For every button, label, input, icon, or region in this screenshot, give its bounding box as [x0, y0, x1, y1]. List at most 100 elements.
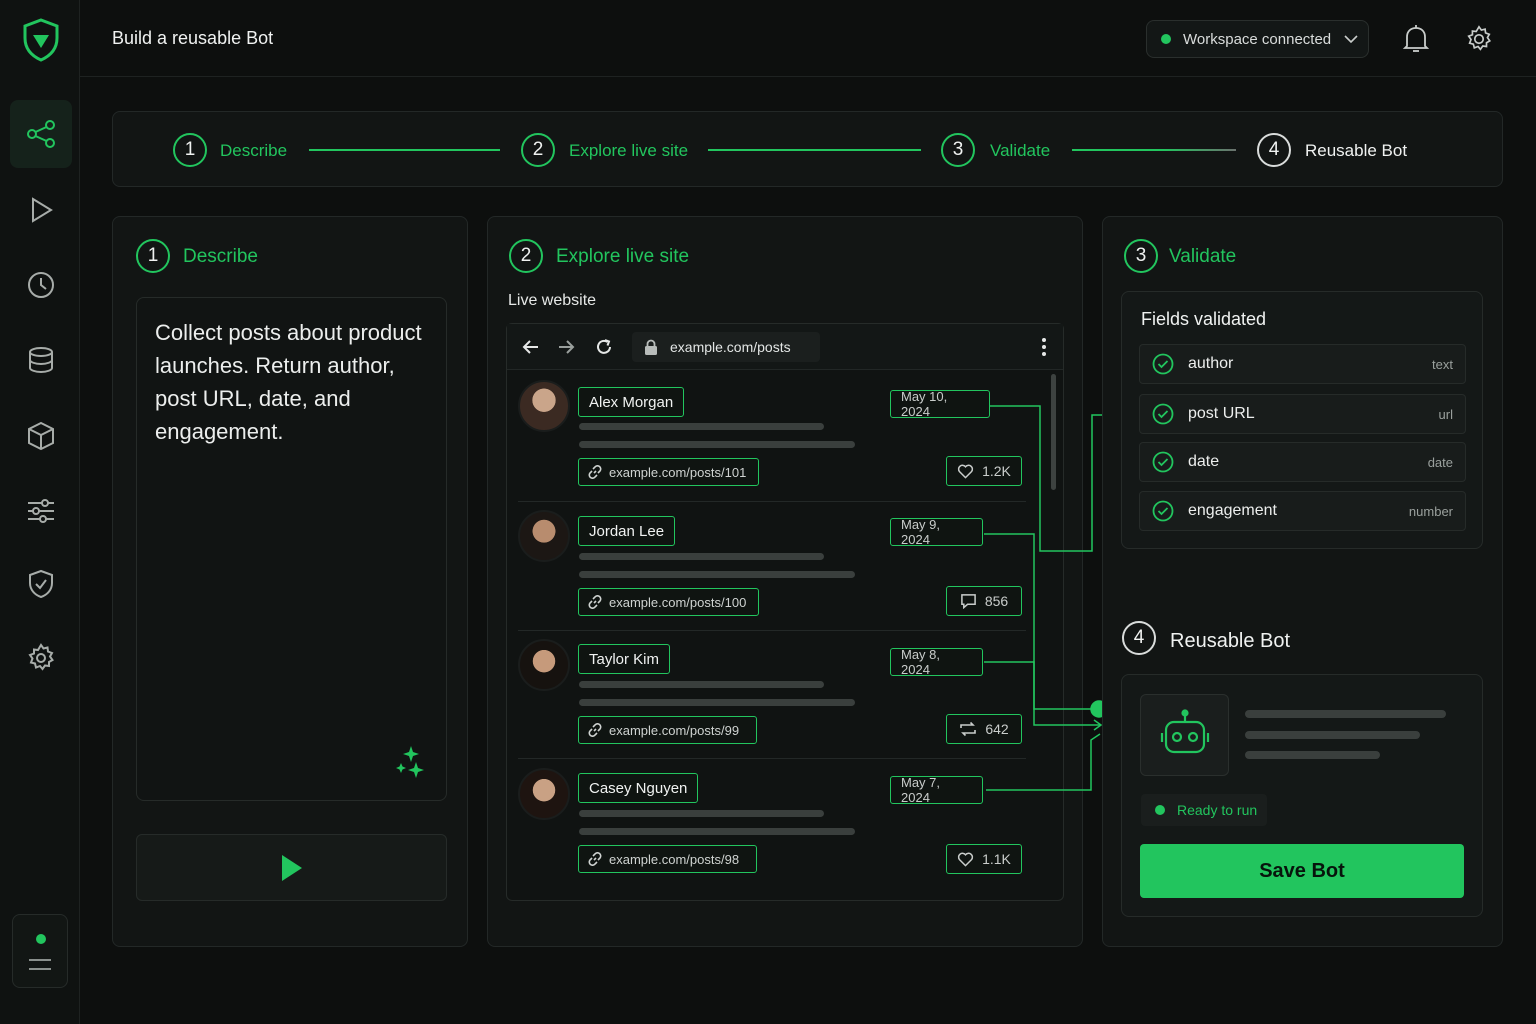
- sliders-icon: [28, 499, 54, 523]
- check-circle-icon: [1152, 451, 1174, 473]
- run-button[interactable]: [136, 834, 447, 901]
- field-row-post-url[interactable]: post URL url: [1139, 394, 1466, 434]
- more-vertical-icon[interactable]: [1040, 337, 1048, 357]
- engagement-badge[interactable]: 1.2K: [946, 456, 1022, 486]
- author-name[interactable]: Jordan Lee: [578, 516, 676, 546]
- browser-toolbar: example.com/posts: [507, 324, 1063, 370]
- step-connector: [1072, 149, 1236, 151]
- field-name: engagement: [1188, 502, 1277, 519]
- avatar: [518, 639, 570, 691]
- post-date[interactable]: May 10, 2024: [890, 389, 990, 419]
- row-divider: [518, 758, 1026, 759]
- step-1-number[interactable]: 1: [173, 133, 207, 167]
- workspace-status-label: Workspace connected: [1183, 30, 1332, 48]
- bell-icon[interactable]: [1402, 24, 1430, 54]
- engagement-count: 1.1K: [982, 851, 1011, 867]
- address-bar[interactable]: example.com/posts: [632, 332, 820, 362]
- step-connector: [309, 149, 500, 151]
- field-type: url: [1438, 406, 1453, 422]
- row-divider: [518, 630, 1026, 631]
- row-divider: [518, 501, 1026, 502]
- bot-step-number: 4: [1122, 621, 1156, 655]
- field-type: text: [1432, 356, 1453, 372]
- sidebar-item-packages[interactable]: [10, 402, 72, 470]
- shield-check-icon: [29, 569, 53, 599]
- shield-logo-icon: [23, 18, 59, 62]
- step-3-number[interactable]: 3: [941, 133, 975, 167]
- post-date[interactable]: May 8, 2024: [890, 647, 983, 677]
- post-link[interactable]: example.com/posts/100: [578, 588, 759, 616]
- text-placeholder: [1245, 710, 1446, 718]
- sidebar-item-data[interactable]: [10, 326, 72, 394]
- bot-avatar: [1140, 694, 1229, 776]
- sidebar-item-filters[interactable]: [10, 477, 72, 545]
- repost-icon: [960, 721, 977, 737]
- sidebar-item-run[interactable]: [10, 176, 72, 244]
- post-link[interactable]: example.com/posts/98: [578, 845, 757, 873]
- cube-icon: [28, 421, 54, 451]
- post-date[interactable]: May 9, 2024: [890, 517, 983, 547]
- field-row-author[interactable]: author text: [1139, 344, 1466, 384]
- post-link-text: example.com/posts/98: [609, 851, 740, 867]
- author-name[interactable]: Casey Nguyen: [578, 773, 699, 803]
- engagement-badge[interactable]: 1.1K: [946, 844, 1022, 874]
- sidebar-menu-toggle[interactable]: [12, 914, 68, 988]
- scrollbar[interactable]: [1051, 374, 1056, 490]
- settings-gear-icon[interactable]: [1464, 24, 1494, 54]
- check-circle-icon: [1152, 403, 1174, 425]
- ready-dot: [1155, 805, 1165, 815]
- describe-title: Describe: [183, 246, 258, 267]
- play-icon: [32, 197, 53, 223]
- sidebar-item-security[interactable]: [10, 550, 72, 618]
- save-bot-button[interactable]: Save Bot: [1140, 844, 1464, 898]
- menu-line-icon: [29, 959, 51, 961]
- text-placeholder: [579, 828, 855, 835]
- engagement-badge[interactable]: 856: [946, 586, 1022, 616]
- author-name[interactable]: Taylor Kim: [578, 644, 671, 674]
- back-arrow-icon[interactable]: [521, 337, 541, 357]
- text-placeholder: [579, 553, 824, 560]
- status-dot: [36, 934, 46, 944]
- avatar: [518, 768, 570, 820]
- sidebar-item-history[interactable]: [10, 251, 72, 319]
- workspace-selector[interactable]: Workspace connected: [1146, 20, 1369, 58]
- field-row-date[interactable]: date date: [1139, 442, 1466, 482]
- reload-icon[interactable]: [594, 337, 614, 357]
- comment-icon: [960, 594, 976, 609]
- url-text: example.com/posts: [670, 339, 791, 355]
- step-1-label[interactable]: Describe: [220, 141, 287, 161]
- text-placeholder: [1245, 751, 1380, 759]
- bot-title: Reusable Bot: [1170, 630, 1291, 652]
- field-name: date: [1188, 453, 1220, 470]
- step-2-label[interactable]: Explore live site: [569, 141, 688, 161]
- engagement-badge[interactable]: 642: [946, 714, 1022, 744]
- text-placeholder: [579, 441, 855, 448]
- step-3-label[interactable]: Validate: [990, 141, 1050, 161]
- check-circle-icon: [1152, 353, 1174, 375]
- engagement-count: 1.2K: [982, 463, 1011, 479]
- prompt-textarea[interactable]: Collect posts about product launches. Re…: [136, 297, 447, 801]
- step-4-label[interactable]: Reusable Bot: [1305, 141, 1407, 161]
- text-placeholder: [1245, 731, 1420, 739]
- post-date[interactable]: May 7, 2024: [890, 775, 983, 805]
- step-2-number[interactable]: 2: [521, 133, 555, 167]
- step-4-number[interactable]: 4: [1257, 133, 1291, 167]
- clock-icon: [28, 272, 54, 298]
- lock-icon: [645, 339, 657, 355]
- field-row-engagement[interactable]: engagement number: [1139, 491, 1466, 531]
- validate-step-number: 3: [1124, 239, 1158, 273]
- heart-icon: [957, 852, 974, 867]
- fields-validated-title: Fields validated: [1141, 309, 1267, 329]
- post-link[interactable]: example.com/posts/99: [578, 716, 757, 744]
- forward-arrow-icon[interactable]: [556, 337, 576, 357]
- post-link-text: example.com/posts/99: [609, 722, 740, 738]
- menu-line-icon: [29, 968, 51, 970]
- post-link[interactable]: example.com/posts/101: [578, 458, 759, 486]
- robot-icon: [1160, 709, 1209, 754]
- sidebar-item-workflows[interactable]: [10, 100, 72, 168]
- gear-icon: [28, 643, 54, 671]
- share-nodes-icon: [27, 120, 55, 148]
- sparkle-icon[interactable]: [394, 746, 428, 780]
- sidebar-item-settings[interactable]: [10, 624, 72, 692]
- author-name[interactable]: Alex Morgan: [578, 387, 685, 417]
